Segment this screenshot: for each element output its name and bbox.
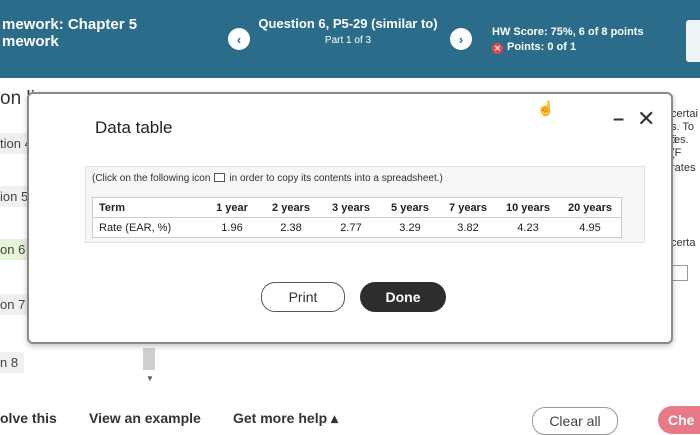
view-example-link[interactable]: View an example xyxy=(89,410,201,426)
score-panel: HW Score: 75%, 6 of 8 points ✕ Points: 0 … xyxy=(492,25,644,55)
data-table-dialog: Data table ☝ – ✕ (Click on the following… xyxy=(27,92,673,344)
table-header-cell: Term xyxy=(92,197,203,218)
rates-table: Term 1 year 2 years 3 years 5 years 7 ye… xyxy=(92,197,622,238)
top-header: mework: Chapter 5 mework ‹ Question 6, P… xyxy=(0,0,700,78)
table-header-cell: 2 years xyxy=(261,197,321,218)
table-cell: Rate (EAR, %) xyxy=(99,221,172,234)
print-button[interactable]: Print xyxy=(261,282,345,312)
prev-question-button[interactable]: ‹ xyxy=(228,28,250,50)
header-side-card xyxy=(686,20,700,62)
question-text-fragment-1: certai xyxy=(671,108,698,120)
table-cell: 3.29 xyxy=(399,221,421,234)
table-cell: 2.38 xyxy=(280,221,302,234)
homework-title-line1: mework: Chapter 5 xyxy=(2,16,138,33)
table-header-cell: 7 years xyxy=(439,197,497,218)
dialog-title: Data table xyxy=(95,118,173,137)
table-header-cell: 1 year xyxy=(203,197,261,218)
copy-hint-after: in order to copy its contents into a spr… xyxy=(229,173,443,184)
question-part: Part 1 of 3 xyxy=(324,35,372,46)
chevron-right-icon: › xyxy=(458,31,464,47)
table-cell: 3.82 xyxy=(457,221,479,234)
points-value: Points: 0 of 1 xyxy=(507,41,577,53)
table-cell: 4.95 xyxy=(579,221,601,234)
scroll-down-arrow-icon[interactable]: ▼ xyxy=(146,374,154,383)
table-cell: 2.77 xyxy=(340,221,362,234)
next-question-button[interactable]: › xyxy=(450,28,472,50)
points-line: ✕ Points: 0 of 1 xyxy=(492,40,644,55)
get-more-help-link[interactable]: Get more help ▴ xyxy=(233,410,338,427)
question-title: Question 6, P5-29 (similar to) Part 1 of… xyxy=(258,16,438,48)
table-header-row: Term 1 year 2 years 3 years 5 years 7 ye… xyxy=(92,197,622,218)
incorrect-x-icon: ✕ xyxy=(492,43,503,54)
copy-hint-before: (Click on the following icon xyxy=(92,173,211,184)
homework-title-line2: mework xyxy=(2,33,59,50)
minimize-icon[interactable]: – xyxy=(613,108,624,131)
copy-hint: (Click on the following icon in order to … xyxy=(92,173,443,184)
sidebar-item-question-8[interactable]: n 8 xyxy=(0,352,25,373)
question-title-text: Question 6, P5-29 (similar to) xyxy=(258,16,438,31)
table-header-cell: 10 years xyxy=(497,197,559,218)
table-cell: 4.23 xyxy=(517,221,539,234)
question-text-fragment-5: certa xyxy=(671,237,696,249)
question-text-fragment-3: tes. (F xyxy=(671,134,689,159)
solve-this-link[interactable]: olve this xyxy=(0,410,57,426)
table-header-cell: 5 years xyxy=(381,197,439,218)
question-text-fragment-4: rates xyxy=(671,162,696,174)
data-table-panel: (Click on the following icon in order to … xyxy=(85,166,645,243)
close-icon[interactable]: ✕ xyxy=(637,106,655,132)
check-answer-button[interactable]: Che xyxy=(658,406,700,434)
done-button[interactable]: Done xyxy=(360,282,446,312)
table-header-cell: 3 years xyxy=(321,197,381,218)
table-cell: 1.96 xyxy=(221,221,243,234)
mouse-cursor-icon: ☝ xyxy=(537,100,555,116)
answer-input-box[interactable] xyxy=(672,265,688,281)
scrollbar-thumb[interactable] xyxy=(143,348,155,370)
table-row: Rate (EAR, %) 1.96 2.38 2.77 3.29 3.82 4… xyxy=(93,218,622,238)
table-header-cell: 20 years xyxy=(559,197,622,218)
chevron-left-icon: ‹ xyxy=(236,31,242,47)
hw-score: HW Score: 75%, 6 of 8 points xyxy=(492,26,644,38)
copy-spreadsheet-icon[interactable] xyxy=(214,173,226,182)
homework-title: mework: Chapter 5 mework xyxy=(2,16,137,50)
